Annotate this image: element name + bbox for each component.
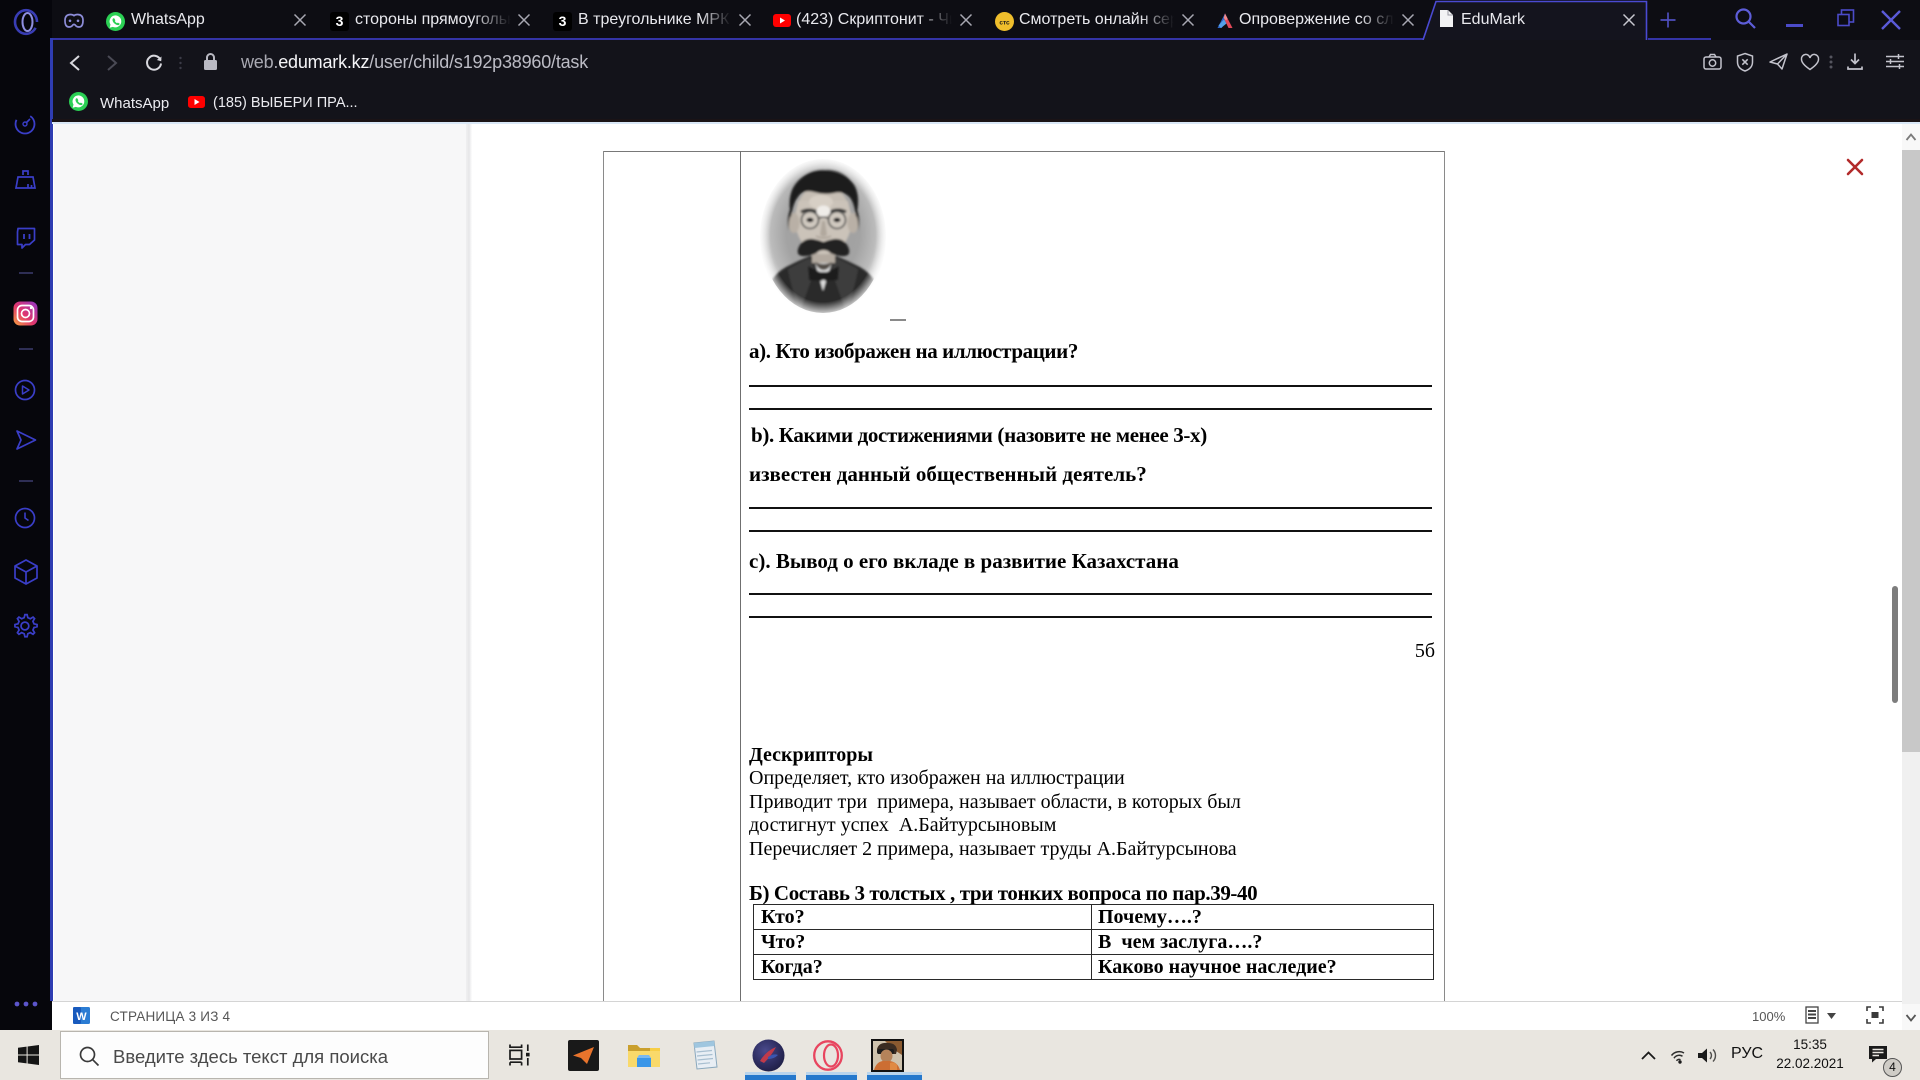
svg-text:стс: стс — [999, 20, 1010, 27]
svg-text:W: W — [76, 1011, 87, 1023]
